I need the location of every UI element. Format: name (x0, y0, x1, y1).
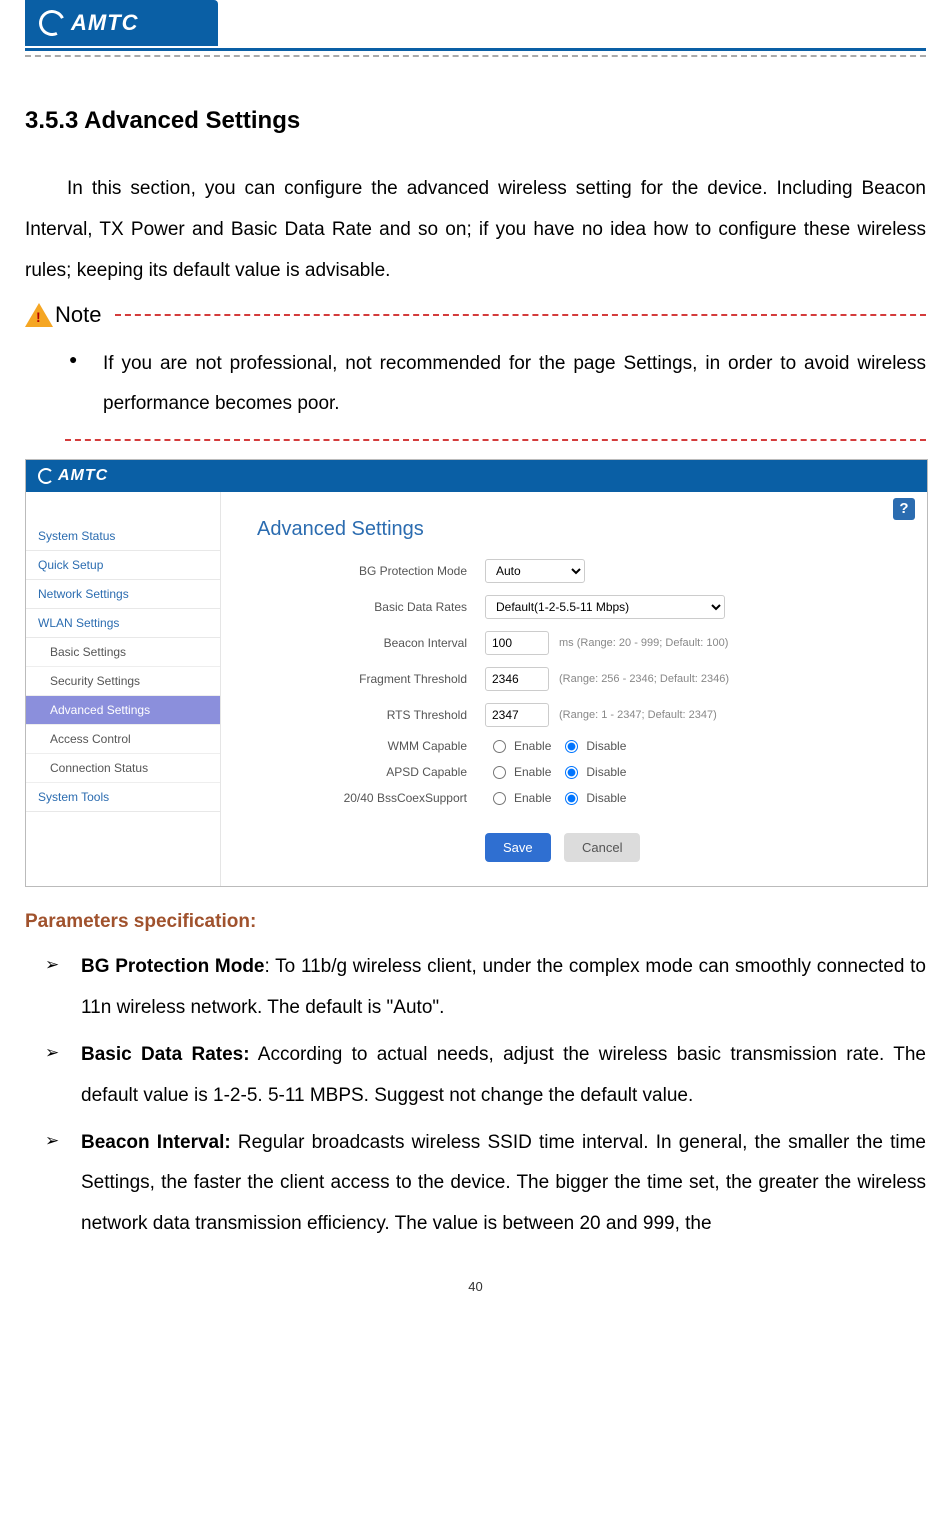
sidebar-sub-access-control[interactable]: Access Control (26, 725, 220, 754)
select-bg-protection[interactable]: Auto (485, 559, 585, 583)
admin-main: ? Advanced Settings BG Protection Mode A… (221, 492, 927, 886)
header-dashed-rule (25, 55, 926, 57)
sidebar-sub-connection-status[interactable]: Connection Status (26, 754, 220, 783)
label-bss-coex: 20/40 BssCoexSupport (257, 791, 485, 805)
label-wmm-capable: WMM Capable (257, 739, 485, 753)
section-intro: In this section, you can configure the a… (25, 169, 926, 292)
note-footer-rule (65, 439, 926, 441)
cancel-button[interactable]: Cancel (564, 833, 640, 862)
sidebar-item-system-status[interactable]: System Status (26, 522, 220, 551)
hint-beacon-interval: ms (Range: 20 - 999; Default: 100) (559, 637, 728, 649)
note-dashed-line (115, 314, 926, 316)
help-icon[interactable]: ? (893, 498, 915, 520)
section-heading: 3.5.3 Advanced Settings (25, 107, 926, 135)
input-beacon-interval[interactable] (485, 631, 549, 655)
hint-rts-threshold: (Range: 1 - 2347; Default: 2347) (559, 709, 717, 721)
param-basic-data-rates: Basic Data Rates: According to actual ne… (75, 1035, 926, 1117)
sidebar-item-wlan-settings[interactable]: WLAN Settings (26, 609, 220, 638)
panel-title: Advanced Settings (257, 518, 911, 541)
hint-fragment-threshold: (Range: 256 - 2346; Default: 2346) (559, 673, 729, 685)
page-number: 40 (25, 1279, 926, 1294)
note-list: If you are not professional, not recomme… (25, 344, 926, 426)
opt-enable: Enable (514, 791, 551, 805)
input-rts-threshold[interactable] (485, 703, 549, 727)
radio-bss-disable[interactable] (565, 792, 578, 805)
note-header: ! Note (25, 302, 926, 328)
select-basic-data-rates[interactable]: Default(1-2-5.5-11 Mbps) (485, 595, 725, 619)
param-beacon-interval: Beacon Interval: Regular broadcasts wire… (75, 1123, 926, 1246)
radio-wmm-disable[interactable] (565, 740, 578, 753)
label-bg-protection: BG Protection Mode (257, 564, 485, 578)
opt-disable: Disable (586, 739, 626, 753)
parameters-heading: Parameters specification: (25, 911, 926, 933)
parameters-list: BG Protection Mode: To 11b/g wireless cl… (25, 947, 926, 1245)
sidebar-sub-security-settings[interactable]: Security Settings (26, 667, 220, 696)
note-item: If you are not professional, not recomme… (93, 344, 926, 426)
admin-brand-text: AMTC (58, 467, 108, 485)
admin-topbar: AMTC (26, 460, 927, 492)
radio-bss-enable[interactable] (493, 792, 506, 805)
opt-enable: Enable (514, 739, 551, 753)
radio-apsd-enable[interactable] (493, 766, 506, 779)
swirl-icon (38, 468, 54, 484)
save-button[interactable]: Save (485, 833, 551, 862)
admin-brand: AMTC (38, 467, 108, 485)
input-fragment-threshold[interactable] (485, 667, 549, 691)
sidebar-sub-advanced-settings[interactable]: Advanced Settings (26, 696, 220, 725)
label-fragment-threshold: Fragment Threshold (257, 672, 485, 686)
admin-sidebar: System Status Quick Setup Network Settin… (26, 492, 221, 886)
sidebar-item-system-tools[interactable]: System Tools (26, 783, 220, 812)
opt-disable: Disable (586, 765, 626, 779)
header-rule (25, 48, 926, 51)
sidebar-item-network-settings[interactable]: Network Settings (26, 580, 220, 609)
sidebar-sub-basic-settings[interactable]: Basic Settings (26, 638, 220, 667)
param-bg-protection: BG Protection Mode: To 11b/g wireless cl… (75, 947, 926, 1029)
note-label: Note (55, 302, 101, 328)
sidebar-item-quick-setup[interactable]: Quick Setup (26, 551, 220, 580)
warning-icon: ! (25, 303, 53, 327)
brand-logo: AMTC (25, 0, 218, 46)
opt-enable: Enable (514, 765, 551, 779)
radio-apsd-disable[interactable] (565, 766, 578, 779)
label-rts-threshold: RTS Threshold (257, 708, 485, 722)
opt-disable: Disable (586, 791, 626, 805)
label-apsd-capable: APSD Capable (257, 765, 485, 779)
label-beacon-interval: Beacon Interval (257, 636, 485, 650)
label-basic-data-rates: Basic Data Rates (257, 600, 485, 614)
brand-text: AMTC (71, 10, 139, 36)
radio-wmm-enable[interactable] (493, 740, 506, 753)
admin-screenshot: AMTC System Status Quick Setup Network S… (25, 459, 928, 887)
swirl-icon (35, 6, 68, 39)
